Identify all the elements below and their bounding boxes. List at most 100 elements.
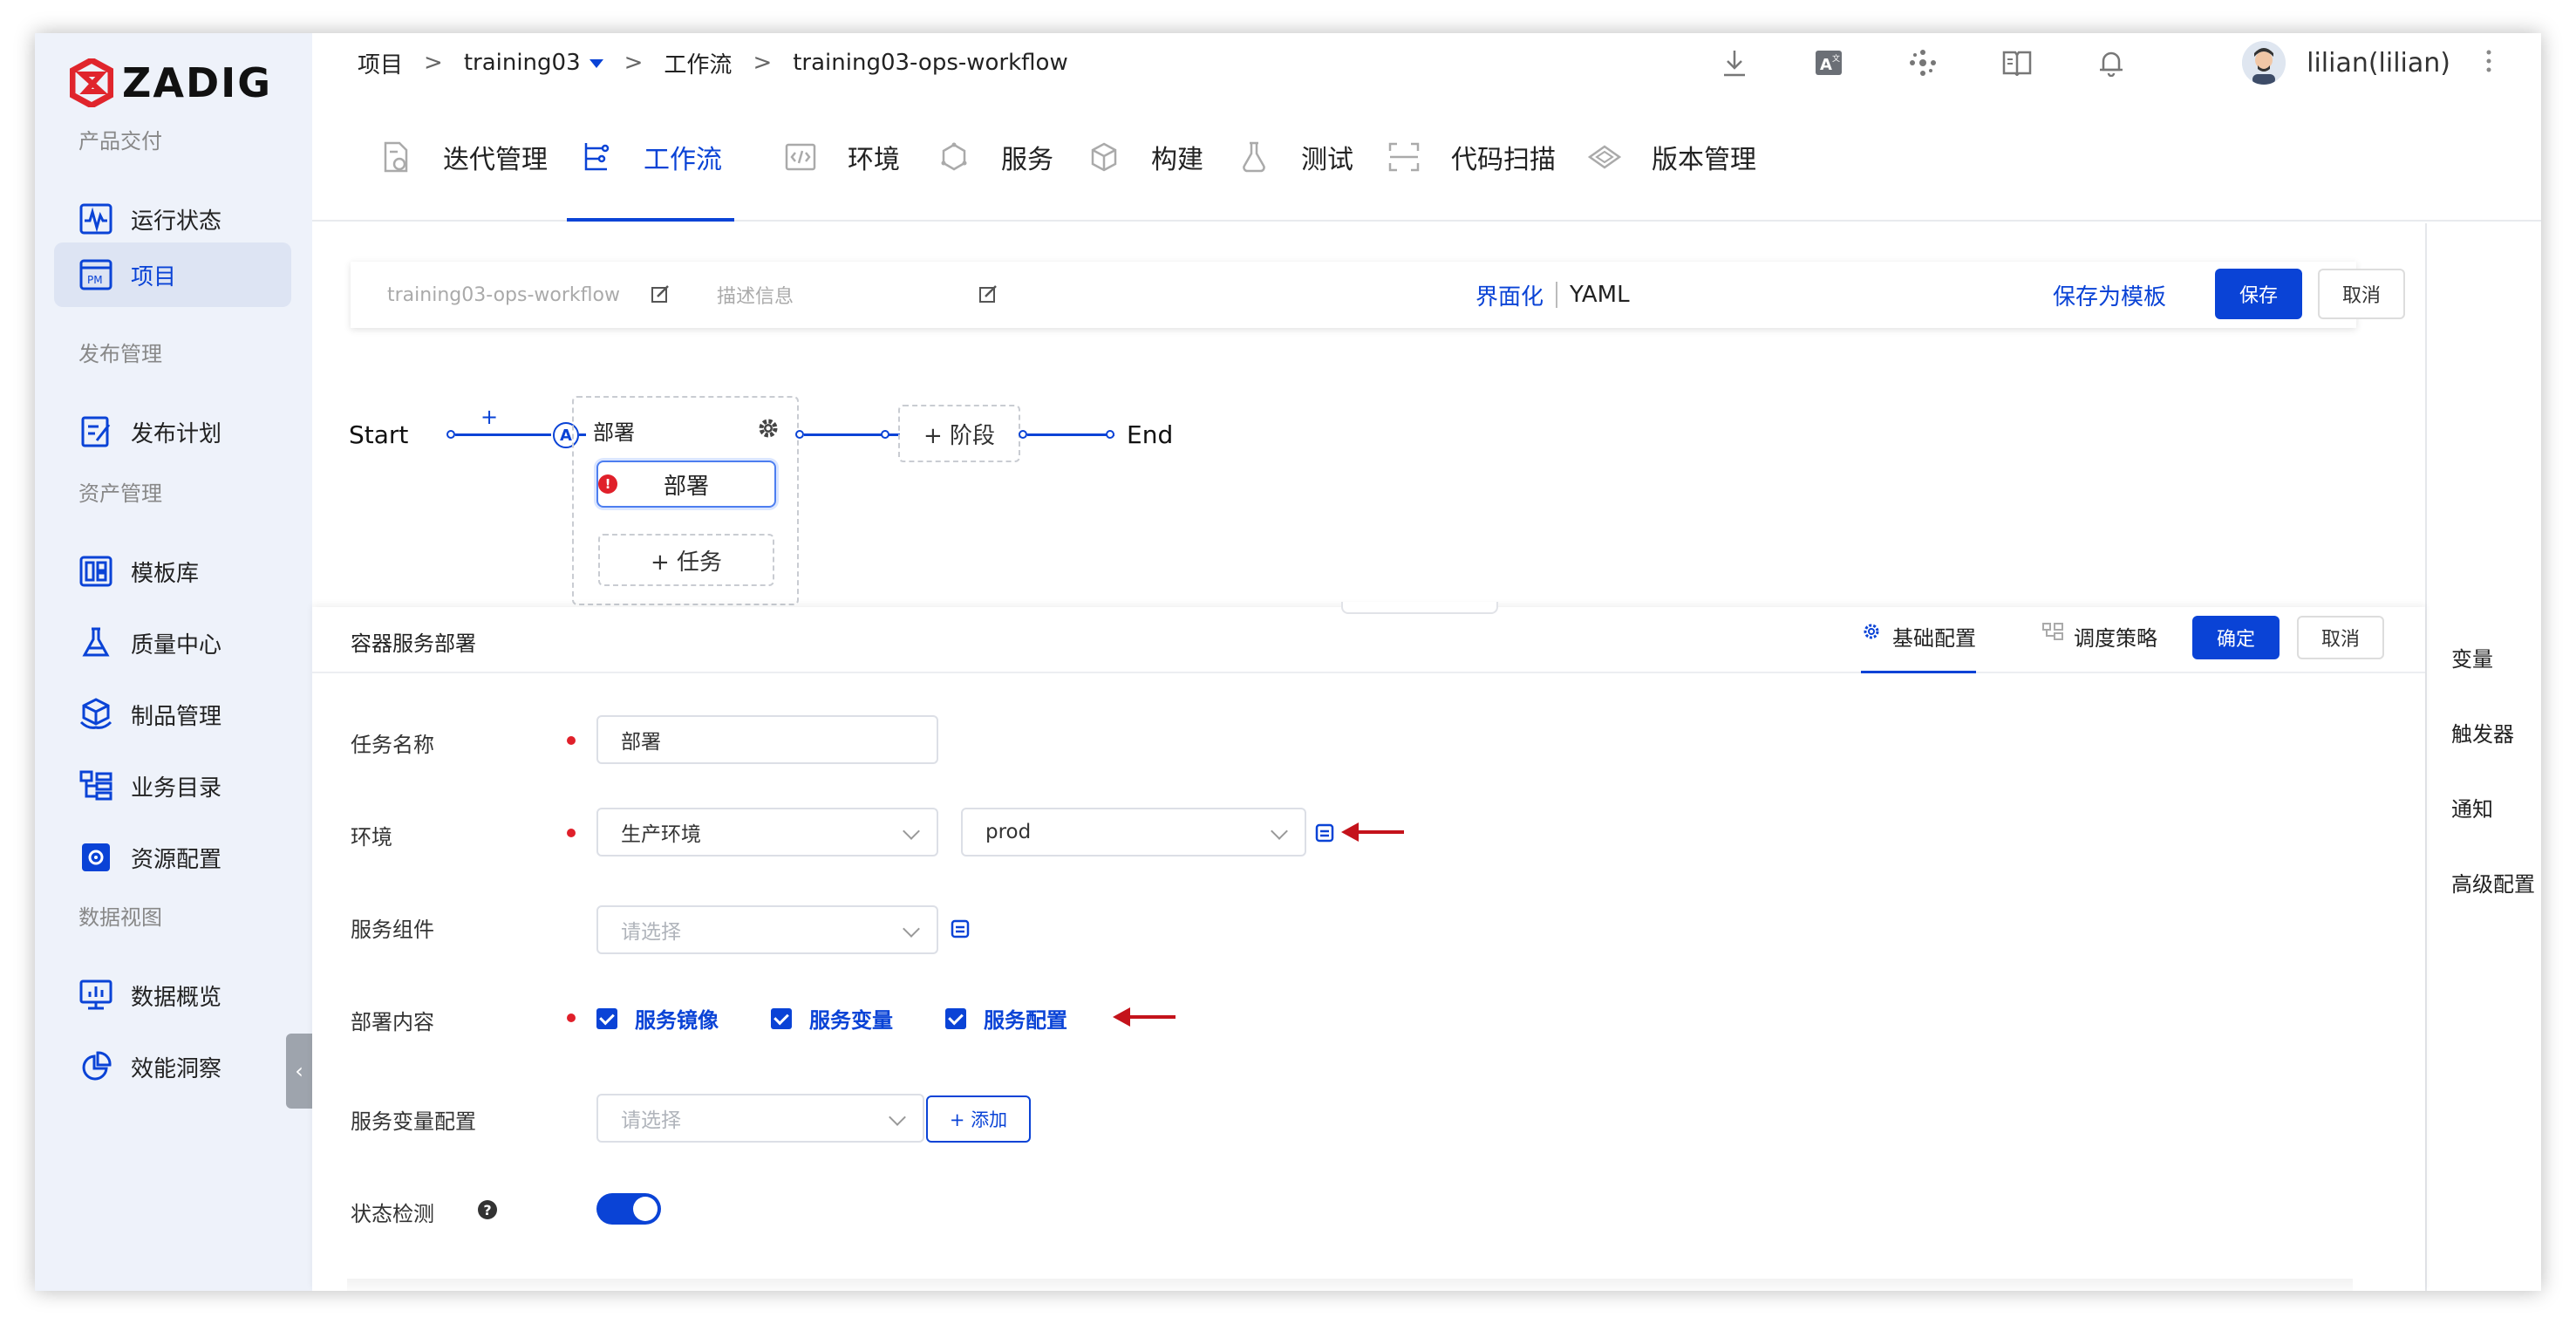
sidebar-item-catalog[interactable]: 业务目录: [54, 754, 291, 818]
svg-text:PM: PM: [87, 274, 103, 286]
side-item-notifications[interactable]: 通知: [2451, 792, 2493, 822]
tab-iterations[interactable]: 迭代管理: [378, 92, 548, 222]
env-label: 环境: [351, 825, 392, 850]
checkbox-service-config[interactable]: 服务配置: [945, 1003, 1067, 1034]
mode-ui-button[interactable]: 界面化: [1475, 279, 1544, 311]
env-type-select[interactable]: 生产环境: [596, 808, 938, 857]
tab-scheduling[interactable]: 调度策略: [2042, 621, 2157, 673]
env-value: prod: [985, 821, 1032, 843]
flow-end: End: [1127, 420, 1174, 449]
add-stage-button[interactable]: + 阶段: [898, 405, 1020, 462]
save-button[interactable]: 保存: [2215, 269, 2302, 319]
workflow-name[interactable]: training03-ops-workflow: [387, 284, 620, 306]
plugin-icon[interactable]: [1904, 44, 1942, 82]
task-name-input[interactable]: 部署: [596, 715, 938, 764]
var-config-select[interactable]: 请选择: [596, 1094, 924, 1143]
health-check-toggle[interactable]: [596, 1193, 661, 1225]
save-as-template-button[interactable]: 保存为模板: [2053, 279, 2166, 311]
connector-dot: [1106, 430, 1114, 439]
tab-basic-config[interactable]: 基础配置: [1861, 621, 1976, 673]
service-icon: [937, 140, 971, 174]
pulse-icon: [78, 201, 113, 236]
pm-icon: PM: [78, 257, 113, 292]
edit-icon[interactable]: [651, 284, 670, 304]
project-tabs: 迭代管理 工作流 环境 服务 构建 测试 代码扫描 版本管理: [312, 92, 2541, 222]
collapse-sidebar-button[interactable]: ‹: [286, 1034, 312, 1109]
divider: [1556, 282, 1558, 308]
help-icon[interactable]: ?: [478, 1200, 497, 1219]
add-stage-before-button[interactable]: +: [480, 405, 498, 429]
add-job-button[interactable]: + 任务: [598, 534, 774, 586]
breadcrumb-project[interactable]: 项目: [358, 47, 403, 79]
breadcrumb-project-name[interactable]: training03: [464, 50, 581, 76]
caret-down-icon[interactable]: [589, 50, 603, 76]
sidebar-item-project[interactable]: PM 项目: [54, 242, 291, 307]
drawer-title: 容器服务部署: [351, 631, 476, 656]
more-vertical-icon[interactable]: [2485, 49, 2492, 77]
sidebar-item-label: 业务目录: [131, 775, 222, 802]
translate-icon[interactable]: A文: [1809, 44, 1848, 82]
download-icon[interactable]: [1715, 44, 1754, 82]
sidebar-item-status[interactable]: 运行状态: [54, 187, 291, 251]
chevron-left-icon: ‹: [295, 1059, 303, 1083]
side-item-triggers[interactable]: 触发器: [2451, 717, 2514, 747]
sidebar-item-label: 发布计划: [131, 420, 222, 447]
add-var-config-button[interactable]: + 添加: [926, 1095, 1031, 1143]
env-detail-icon[interactable]: [1315, 823, 1334, 843]
breadcrumb-workflow-name: training03-ops-workflow: [793, 50, 1068, 76]
logo[interactable]: ZADIG: [70, 52, 272, 113]
checkbox-service-vars[interactable]: 服务变量: [771, 1003, 893, 1034]
app-window: ZADIG 产品交付 运行状态 PM 项目 发布管理 发布计划 资产管理 模板库…: [35, 33, 2541, 1291]
gear-icon[interactable]: [757, 417, 780, 440]
section-title: 产品交付: [78, 129, 162, 154]
tab-label: 工作流: [644, 145, 722, 175]
tab-environments[interactable]: 环境: [783, 92, 900, 222]
sidebar-item-overview[interactable]: 数据概览: [54, 963, 291, 1027]
cancel-button[interactable]: 取消: [2318, 269, 2405, 319]
sidebar-item-artifacts[interactable]: 制品管理: [54, 682, 291, 747]
tab-label: 服务: [1001, 145, 1053, 175]
side-item-variables[interactable]: 变量: [2451, 642, 2493, 672]
tab-services[interactable]: 服务: [937, 92, 1053, 222]
job-config-drawer: 容器服务部署 基础配置 调度策略 确定 取消 任务名称 部署 环境 生产环境 p…: [312, 602, 2425, 1291]
mode-yaml-button[interactable]: YAML: [1570, 282, 1630, 308]
bell-icon[interactable]: [2092, 44, 2130, 82]
service-detail-icon[interactable]: [951, 919, 970, 938]
task-name-value: 部署: [621, 731, 661, 754]
scan-icon: [1387, 140, 1421, 174]
tab-builds[interactable]: 构建: [1087, 92, 1203, 222]
tab-label: 基础配置: [1892, 626, 1976, 651]
sidebar-item-release-plan[interactable]: 发布计划: [54, 399, 291, 464]
tab-tests[interactable]: 测试: [1237, 92, 1353, 222]
breadcrumb-workflow[interactable]: 工作流: [664, 47, 732, 79]
error-icon: !: [598, 474, 617, 494]
confirm-button[interactable]: 确定: [2192, 616, 2280, 659]
env-select[interactable]: prod: [961, 808, 1306, 857]
job-card[interactable]: 部署: [596, 461, 776, 508]
tab-label: 代码扫描: [1451, 145, 1556, 175]
user-menu[interactable]: lilian(lilian): [2242, 41, 2450, 85]
tab-code-scan[interactable]: 代码扫描: [1387, 92, 1556, 222]
sidebar-item-quality[interactable]: 质量中心: [54, 611, 291, 675]
workflow-description[interactable]: 描述信息: [717, 281, 794, 309]
drawer-cancel-button[interactable]: 取消: [2297, 616, 2384, 659]
tab-label: 环境: [848, 145, 900, 175]
code-env-icon: [783, 140, 818, 174]
breadcrumb-separator: >: [624, 50, 644, 76]
service-select[interactable]: 请选择: [596, 905, 938, 954]
settings-icon: [78, 840, 113, 875]
edit-icon[interactable]: [978, 284, 998, 304]
side-item-advanced[interactable]: 高级配置: [2451, 867, 2535, 897]
sidebar-item-templates[interactable]: 模板库: [54, 539, 291, 604]
sidebar-item-insights[interactable]: 效能洞察: [54, 1034, 291, 1099]
sidebar-item-resources[interactable]: 资源配置: [54, 825, 291, 890]
service-label: 服务组件: [351, 918, 434, 942]
top-bar: 项目 > training03 > 工作流 > training03-ops-w…: [312, 33, 2541, 92]
checkbox-label: 服务镜像: [635, 1008, 719, 1033]
env-type-value: 生产环境: [621, 823, 701, 846]
checkbox-service-image[interactable]: 服务镜像: [596, 1003, 719, 1034]
tab-workflow[interactable]: 工作流: [567, 92, 734, 222]
tab-versions[interactable]: 版本管理: [1587, 92, 1756, 222]
tab-label: 版本管理: [1652, 145, 1756, 175]
docs-icon[interactable]: [1998, 44, 2036, 82]
